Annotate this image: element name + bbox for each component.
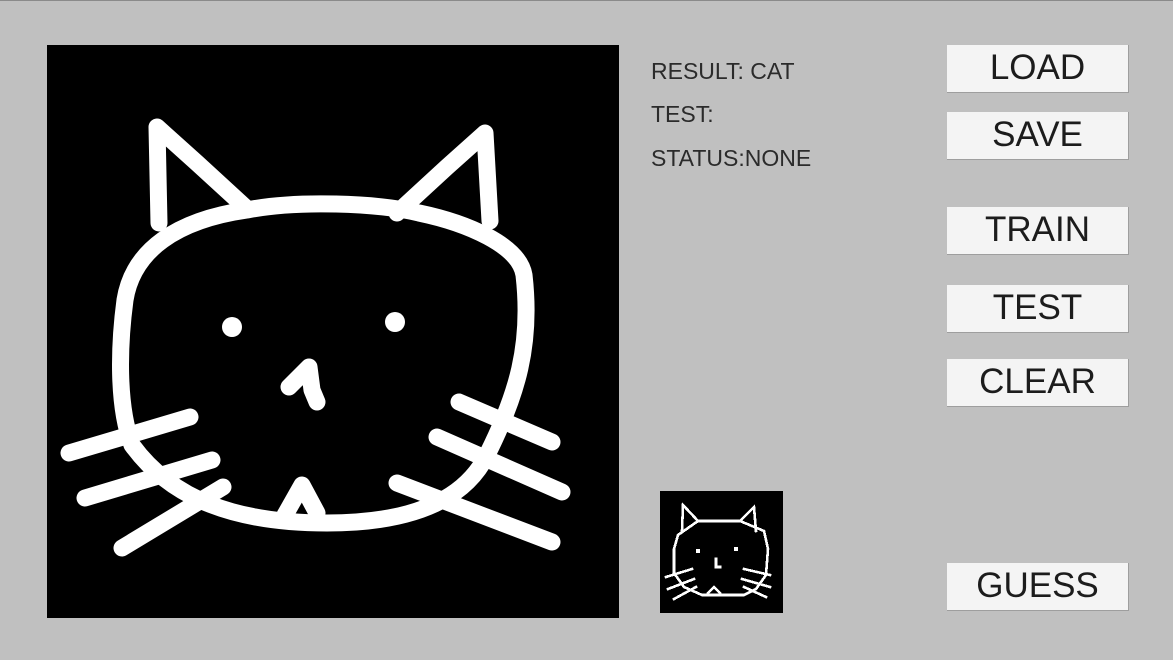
cat-drawing-thumbnail-icon bbox=[664, 501, 772, 601]
load-button[interactable]: LOAD bbox=[947, 45, 1129, 93]
status-label: STATUS:NONE bbox=[651, 145, 812, 171]
result-label: RESULT: CAT bbox=[651, 58, 795, 84]
save-button[interactable]: SAVE bbox=[947, 112, 1129, 160]
thumbnail-preview bbox=[660, 491, 783, 613]
train-button[interactable]: TRAIN bbox=[947, 207, 1129, 255]
clear-button[interactable]: CLEAR bbox=[947, 359, 1129, 407]
drawing-canvas[interactable] bbox=[47, 45, 619, 618]
test-button[interactable]: TEST bbox=[947, 285, 1129, 333]
test-label: TEST: bbox=[651, 101, 714, 127]
cat-drawing-icon bbox=[60, 118, 571, 557]
guess-button[interactable]: GUESS bbox=[947, 563, 1129, 611]
